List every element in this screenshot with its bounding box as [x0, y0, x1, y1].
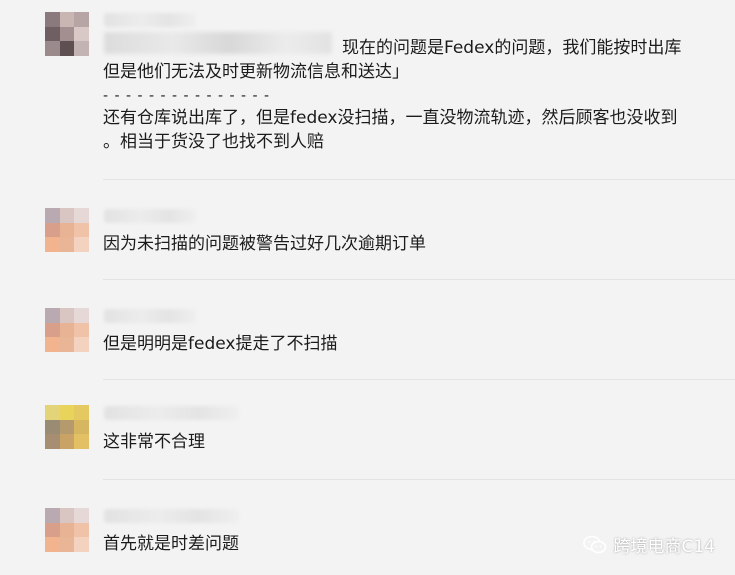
comment-item: 但是明明是fedex提走了不扫描	[0, 280, 735, 380]
avatar[interactable]	[45, 208, 89, 252]
comment-item: 首先就是时差问题	[0, 480, 735, 575]
message-text: 因为未扫描的问题被警告过好几次逾期订单	[103, 234, 426, 254]
avatar[interactable]	[45, 508, 89, 552]
comment-item: 这非常不合理	[0, 380, 735, 480]
nickname	[104, 13, 196, 27]
wechat-icon	[583, 535, 607, 555]
quote-separator: - - - - - - - - - - - - - - -	[103, 88, 271, 104]
comment-item: 因为未扫描的问题被警告过好几次逾期订单	[0, 180, 735, 280]
avatar[interactable]	[45, 405, 89, 449]
message-text: 这非常不合理	[103, 432, 205, 452]
message-text-line1: 还有仓库说出库了，但是fedex没扫描，一直没物流轨迹，然后顾客也没收到	[103, 108, 678, 128]
quote-text-line2: 但是他们无法及时更新物流信息和送达」	[103, 62, 409, 82]
message-text-line2: 。相当于货没了也找不到人赔	[103, 132, 324, 152]
quoted-nickname	[104, 32, 332, 54]
watermark-text: 跨境电商C14	[613, 537, 715, 557]
nickname	[104, 509, 239, 523]
comment-item: 现在的问题是Fedex的问题，我们能按时出库 但是他们无法及时更新物流信息和送达…	[0, 0, 735, 180]
nickname	[104, 309, 196, 323]
watermark: 跨境电商C14	[583, 532, 715, 557]
message-text: 首先就是时差问题	[103, 534, 239, 554]
avatar[interactable]	[45, 308, 89, 352]
avatar[interactable]	[45, 12, 89, 56]
nickname	[104, 406, 239, 420]
nickname	[104, 209, 196, 223]
message-text: 但是明明是fedex提走了不扫描	[103, 334, 338, 354]
quote-text-line1: 现在的问题是Fedex的问题，我们能按时出库	[342, 38, 682, 58]
